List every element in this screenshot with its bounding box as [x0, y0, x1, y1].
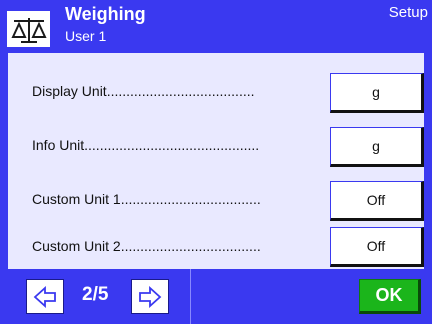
header-bar: Weighing User 1 Setup — [0, 0, 432, 53]
info-unit-button[interactable]: g — [330, 127, 424, 167]
custom-unit-1-button[interactable]: Off — [330, 181, 424, 221]
user-name: User 1 — [65, 28, 107, 44]
footer-divider — [190, 269, 191, 324]
next-page-button[interactable] — [131, 279, 169, 314]
arrow-left-icon — [33, 285, 56, 308]
settings-list: Display Unit............................… — [0, 53, 432, 269]
page-indicator: 2/5 — [82, 284, 109, 305]
custom-unit-2-button[interactable]: Off — [330, 227, 424, 267]
ok-button[interactable]: OK — [359, 279, 421, 314]
display-unit-button[interactable]: g — [330, 73, 424, 113]
custom-unit-2-label: Custom Unit 2...........................… — [32, 238, 261, 254]
previous-page-button[interactable] — [26, 279, 64, 314]
app-title: Weighing — [65, 4, 146, 24]
display-unit-label: Display Unit............................… — [32, 83, 255, 99]
arrow-right-icon — [139, 285, 162, 308]
footer-bar: 2/5 OK — [0, 269, 432, 324]
weighing-setup-screen: Weighing User 1 Setup Display Unit......… — [0, 0, 432, 324]
custom-unit-1-label: Custom Unit 1...........................… — [32, 191, 261, 207]
info-unit-label: Info Unit...............................… — [32, 137, 260, 153]
balance-scale-icon[interactable] — [6, 10, 51, 48]
mode-label: Setup — [388, 4, 428, 21]
